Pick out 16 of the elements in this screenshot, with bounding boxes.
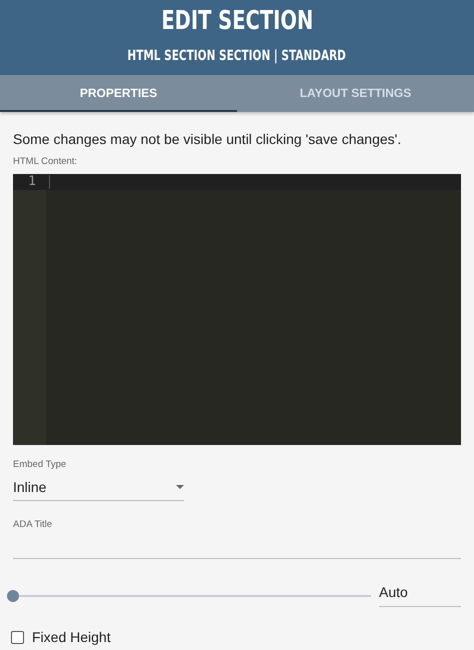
line-number: 1 <box>13 174 46 190</box>
caret-icon <box>176 485 184 489</box>
page-title: EDIT SECTION <box>161 5 313 38</box>
code-editor[interactable]: 1 <box>13 174 461 445</box>
checkbox-label: Fixed Height <box>32 629 111 645</box>
embed-type-dropdown[interactable]: Inline <box>13 476 184 501</box>
tab[interactable]: PROPERTIES <box>0 75 237 112</box>
height-field[interactable]: Auto <box>379 584 461 607</box>
field-label: HTML Content: <box>13 156 78 167</box>
slider-thumb[interactable] <box>7 590 19 602</box>
checkbox[interactable] <box>11 630 24 644</box>
field-label: Embed Type <box>13 459 68 470</box>
page-subtitle: HTML SECTION SECTION | STANDARD <box>128 48 346 64</box>
field-label: ADA Title <box>13 519 54 530</box>
text-cursor <box>49 175 50 189</box>
notice-text: Some changes may not be visible until clicking 'save changes'. <box>13 131 402 147</box>
